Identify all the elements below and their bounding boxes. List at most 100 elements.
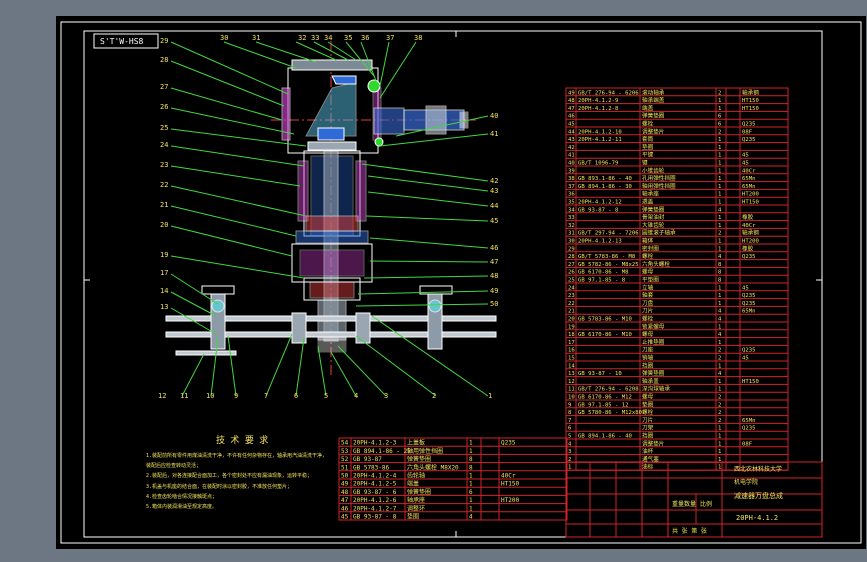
table-cell: 45	[742, 153, 749, 159]
svg-text:37: 37	[386, 34, 394, 42]
table-cell: 43	[568, 137, 575, 143]
table-cell: 20PH-4.1.2-10	[578, 129, 622, 135]
table-cell: 32	[568, 223, 575, 229]
svg-text:20: 20	[160, 221, 168, 229]
table-cell: 19	[568, 324, 575, 330]
table-cell: 35	[568, 200, 575, 206]
assembly-section-view	[165, 41, 497, 376]
table-cell: 17	[568, 340, 575, 346]
table-cell: 轴承盖	[642, 377, 659, 385]
table-cell: HT150	[742, 98, 759, 104]
table-cell: 25	[568, 278, 575, 284]
table-cell: Q235	[742, 137, 755, 143]
table-cell: 六角头螺栓 M8X20	[407, 463, 459, 471]
title-university: 西北农林科技大学	[734, 465, 782, 473]
svg-text:2: 2	[432, 392, 436, 400]
table-cell: 孔用弹性挡圈	[642, 174, 676, 182]
table-cell: 1	[718, 379, 721, 385]
table-cell: 轴承钢	[742, 229, 759, 237]
table-cell: 2	[718, 90, 721, 96]
table-cell: 轴承座	[407, 496, 425, 504]
table-cell: 1	[718, 137, 721, 143]
title-sheet-label: 共 张 第 张	[672, 527, 707, 535]
table-cell: 弹簧垫圈	[407, 455, 431, 463]
svg-text:46: 46	[490, 244, 498, 252]
table-cell: 1	[718, 168, 721, 174]
svg-text:6: 6	[294, 392, 298, 400]
svg-text:35: 35	[344, 34, 352, 42]
table-cell: Q235	[742, 293, 755, 299]
table-cell: 螺栓	[642, 252, 654, 260]
table-cell: Q235	[742, 122, 755, 128]
table-cell: 轴承端盖	[642, 96, 665, 104]
table-cell: 1	[469, 497, 473, 504]
table-cell: 1	[718, 426, 721, 432]
tech-req-item-5: 4.检查齿轮啮合情况接触斑点；	[146, 493, 217, 500]
table-cell: GB 894.1-86 - 25	[353, 448, 411, 455]
parts-list-main: 49 GB/T 276-94 - 6206 滚动轴承 2 轴承钢48 20PH-4.1.2…	[565, 87, 789, 471]
table-cell: GB 894.1-86 - 30	[578, 184, 632, 190]
table-cell: 挡圈	[642, 361, 654, 369]
table-cell: 端盖	[407, 480, 419, 488]
table-cell: GB/T 276-94 - 6206	[578, 90, 639, 96]
table-cell: 1	[718, 223, 721, 229]
table-cell: 1	[469, 448, 473, 455]
table-cell: 12	[568, 379, 575, 385]
table-cell: 6	[718, 122, 721, 128]
table-cell: 螺母	[642, 268, 654, 276]
parts-list-lower: 54 20PH-4.1.2-3 上盖板 1 Q23553 GB 894.1-86 - 25…	[338, 437, 568, 521]
table-cell: 7	[568, 418, 571, 424]
svg-text:7: 7	[264, 392, 268, 400]
svg-text:41: 41	[490, 130, 498, 138]
title-department: 机电学院	[734, 478, 758, 486]
table-cell: GB 93-87	[353, 456, 382, 463]
table-cell: 1	[718, 239, 721, 245]
table-cell: 29	[568, 246, 575, 252]
table-cell: 滚动轴承	[642, 88, 665, 96]
table-cell: 密封圈	[642, 244, 659, 252]
table-cell: 1	[718, 441, 721, 447]
tech-req-item-4: 3.机盖与机座的结合面，在装配时涂以密封胶，不准放任何垫片；	[146, 483, 292, 490]
table-cell: GB/T 276-94 - 6208	[578, 387, 639, 393]
table-cell: 骨架油封	[642, 213, 665, 221]
table-cell: GB 894.1-86 - 40	[578, 434, 632, 440]
table-cell: HT150	[742, 200, 759, 206]
table-cell: 36	[568, 192, 575, 198]
table-cell: 调整环	[407, 504, 425, 512]
svg-text:32: 32	[298, 34, 306, 42]
table-cell: 14	[568, 363, 575, 369]
table-cell: 20PH-4.1.2-6	[353, 497, 397, 504]
table-cell: 47	[341, 497, 349, 504]
table-cell: 48	[568, 98, 575, 104]
table-cell: 1	[718, 106, 721, 112]
table-cell: Q235	[742, 426, 755, 432]
svg-text:43: 43	[490, 187, 498, 195]
table-cell: 齿轮轴	[407, 472, 425, 480]
table-cell: 键	[642, 159, 648, 167]
table-cell: 刀片	[642, 416, 654, 424]
table-cell: HT200	[742, 239, 759, 245]
svg-text:23: 23	[160, 161, 168, 169]
table-cell: 16	[568, 348, 575, 354]
table-cell: 6	[469, 489, 473, 496]
table-cell: 20PH-4.1.2-13	[578, 239, 622, 245]
table-cell: 48	[341, 489, 349, 496]
table-cell: 11	[568, 387, 575, 393]
svg-text:38: 38	[414, 34, 422, 42]
table-cell: 轴承座	[642, 190, 659, 198]
table-cell: GB 93-87 - 10	[578, 371, 622, 377]
table-cell: 立轴	[642, 283, 654, 291]
table-cell: 2	[718, 418, 721, 424]
table-cell: 28	[568, 254, 575, 260]
tech-req-heading: 技 术 要 求	[216, 434, 268, 446]
table-cell: 挡圈	[642, 432, 654, 440]
svg-text:19: 19	[160, 251, 168, 259]
svg-text:34: 34	[324, 34, 332, 42]
table-cell: Q235	[742, 301, 755, 307]
svg-text:10: 10	[206, 392, 214, 400]
table-cell: 2	[718, 231, 721, 237]
title-scale-label: 比例	[700, 500, 712, 508]
table-cell: HT150	[742, 379, 759, 385]
drawing-viewport[interactable]: S'T'W-HS8 29 28 27 26 25 24 23 22 21 20 …	[56, 16, 866, 549]
table-cell: 08F	[742, 129, 753, 135]
